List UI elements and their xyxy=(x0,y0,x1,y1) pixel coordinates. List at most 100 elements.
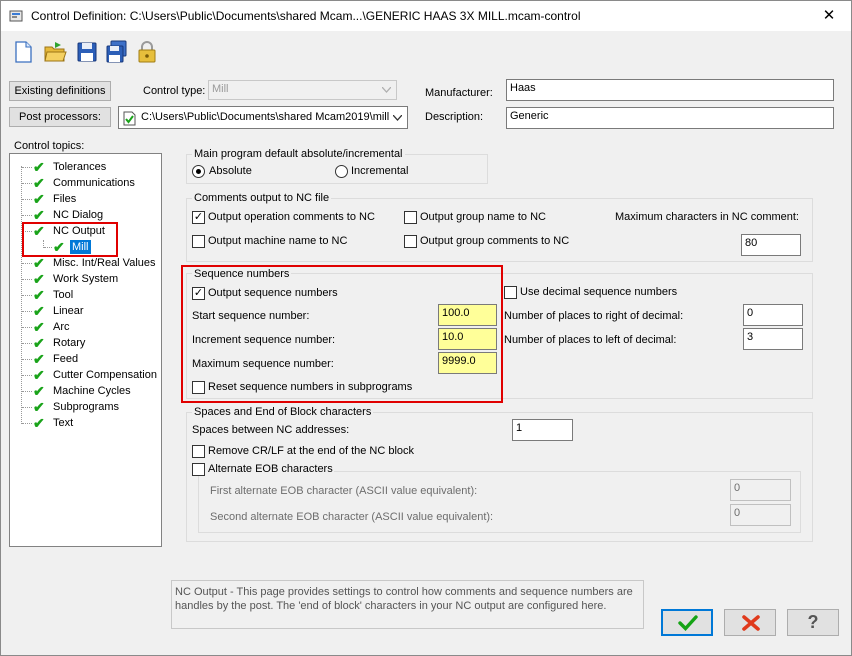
tree-item-label: Text xyxy=(53,417,74,429)
checkmark-icon: ✔ xyxy=(33,367,45,383)
tree-item-label: Arc xyxy=(53,321,70,333)
chevron-down-icon xyxy=(382,87,391,93)
control-topics-label: Control topics: xyxy=(14,140,85,152)
checkmark-icon: ✔ xyxy=(33,271,45,287)
tree-item-label: Work System xyxy=(53,273,119,285)
max-chars-label: Maximum characters in NC comment: xyxy=(615,211,799,223)
places-right-input[interactable]: 0 xyxy=(743,304,803,326)
spaces-label: Spaces between NC addresses: xyxy=(192,424,350,436)
checkmark-icon: ✔ xyxy=(33,415,45,431)
tree-item-label: Cutter Compensation xyxy=(53,369,157,381)
checkmark-icon: ✔ xyxy=(33,191,45,207)
open-folder-icon[interactable] xyxy=(43,39,67,65)
absolute-label: Absolute xyxy=(209,165,252,177)
manufacturer-input[interactable]: Haas xyxy=(506,79,834,101)
description-label: Description: xyxy=(425,111,484,123)
alternate-eob-subgroup xyxy=(198,471,801,533)
output-group-comments-checkbox[interactable] xyxy=(404,235,417,248)
tree-item-label: Feed xyxy=(53,353,79,365)
close-button[interactable]: ✕ xyxy=(807,1,851,31)
window-title: Control Definition: C:\Users\Public\Docu… xyxy=(31,9,581,23)
places-left-input[interactable]: 3 xyxy=(743,328,803,350)
nc-output-highlight xyxy=(22,222,118,257)
first-alt-eob-input: 0 xyxy=(730,479,791,501)
cancel-button[interactable] xyxy=(724,609,776,636)
checkmark-icon: ✔ xyxy=(33,351,45,367)
save-icon[interactable] xyxy=(75,39,99,65)
second-alt-eob-label: Second alternate EOB character (ASCII va… xyxy=(210,511,494,523)
remove-crlf-label: Remove CR/LF at the end of the NC block xyxy=(208,445,415,457)
use-decimal-checkbox[interactable] xyxy=(504,286,517,299)
checkmark-icon: ✔ xyxy=(33,175,45,191)
tree-item-label: Misc. Int/Real Values xyxy=(53,257,156,269)
help-text: NC Output - This page provides settings … xyxy=(171,580,644,629)
tree-item-label: Files xyxy=(53,193,77,205)
alternate-eob-checkbox-front[interactable] xyxy=(192,463,205,476)
output-operation-comments-checkbox[interactable]: ✓ xyxy=(192,211,205,224)
tree-item-label: Subprograms xyxy=(53,401,120,413)
checkmark-icon: ✔ xyxy=(33,383,45,399)
spaces-input[interactable]: 1 xyxy=(512,419,573,441)
eob-title: Spaces and End of Block characters xyxy=(192,406,374,418)
manufacturer-label: Manufacturer: xyxy=(425,87,493,99)
output-machine-name-checkbox[interactable] xyxy=(192,235,205,248)
checkmark-icon xyxy=(678,615,698,631)
control-topics-tree: ✔ Tolerances ✔ Communications ✔ Files ✔ … xyxy=(9,153,162,547)
tree-item-label: NC Dialog xyxy=(53,209,104,221)
second-alt-eob-input: 0 xyxy=(730,504,791,526)
new-file-icon[interactable] xyxy=(11,39,35,65)
tree-item-label: Machine Cycles xyxy=(53,385,131,397)
checkmark-icon: ✔ xyxy=(33,287,45,303)
output-group-comments-label: Output group comments to NC xyxy=(420,235,570,247)
post-processor-select[interactable]: C:\Users\Public\Documents\shared Mcam201… xyxy=(118,106,408,129)
checkmark-icon: ✔ xyxy=(33,255,45,271)
post-processors-button[interactable]: Post processors: xyxy=(9,107,111,127)
existing-definitions-button[interactable]: Existing definitions xyxy=(9,81,111,101)
checkmark-icon: ✔ xyxy=(33,159,45,175)
places-left-label: Number of places to left of decimal: xyxy=(504,334,677,346)
post-path-value: C:\Users\Public\Documents\shared Mcam201… xyxy=(141,111,390,123)
incremental-label: Incremental xyxy=(351,165,409,177)
main-program-title: Main program default absolute/incrementa… xyxy=(192,148,405,160)
tree-item-label: Communications xyxy=(53,177,135,189)
question-icon: ? xyxy=(807,612,819,632)
output-group-name-checkbox[interactable] xyxy=(404,211,417,224)
tree-item-label: Tool xyxy=(53,289,74,301)
red-x-icon xyxy=(742,615,760,631)
app-icon xyxy=(9,10,23,22)
comments-title: Comments output to NC file xyxy=(192,192,332,204)
absolute-radio[interactable] xyxy=(192,165,205,178)
control-type-select: Mill xyxy=(208,80,397,100)
help-button[interactable]: ? xyxy=(787,609,839,636)
comments-group xyxy=(186,198,813,262)
checkmark-icon: ✔ xyxy=(33,319,45,335)
sequence-numbers-highlight xyxy=(181,265,503,403)
places-right-label: Number of places to right of decimal: xyxy=(504,310,684,322)
checkmark-icon: ✔ xyxy=(33,303,45,319)
description-input[interactable]: Generic xyxy=(506,107,834,129)
checkmark-icon: ✔ xyxy=(33,399,45,415)
ok-button[interactable] xyxy=(661,609,713,636)
output-machine-name-label: Output machine name to NC xyxy=(208,235,348,247)
tree-item-label: Rotary xyxy=(53,337,86,349)
title-bar: Control Definition: C:\Users\Public\Docu… xyxy=(1,1,851,31)
output-operation-comments-label: Output operation comments to NC xyxy=(208,211,375,223)
output-group-name-label: Output group name to NC xyxy=(420,211,546,223)
save-all-icon[interactable] xyxy=(105,39,129,65)
control-definition-window: Control Definition: C:\Users\Public\Docu… xyxy=(0,0,852,656)
use-decimal-label: Use decimal sequence numbers xyxy=(520,286,678,298)
first-alt-eob-label: First alternate EOB character (ASCII val… xyxy=(210,485,478,497)
post-file-icon xyxy=(123,111,136,126)
alternate-eob-label-front: Alternate EOB characters xyxy=(208,463,333,475)
tree-item-label: Linear xyxy=(53,305,84,317)
incremental-radio[interactable] xyxy=(335,165,348,178)
lock-icon[interactable] xyxy=(135,39,159,65)
max-chars-input[interactable]: 80 xyxy=(741,234,801,256)
checkmark-icon: ✔ xyxy=(33,335,45,351)
control-type-value: Mill xyxy=(212,83,229,95)
checkmark-icon: ✔ xyxy=(33,207,45,223)
control-type-label: Control type: xyxy=(143,85,206,97)
remove-crlf-checkbox[interactable] xyxy=(192,445,205,458)
tree-item-label: Tolerances xyxy=(53,161,107,173)
chevron-down-icon xyxy=(393,115,402,121)
